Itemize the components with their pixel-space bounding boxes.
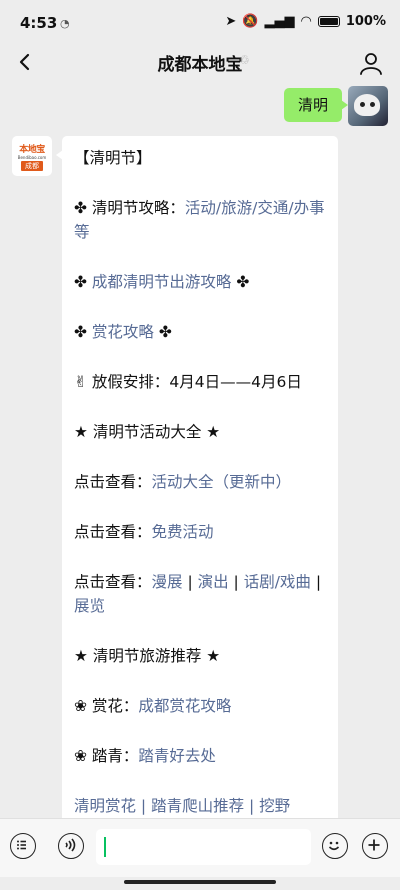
reply-line-flower-viewing: ❀ 赏花：成都赏花攻略 — [74, 697, 232, 715]
comic-expo-link[interactable]: 漫展 — [152, 573, 183, 591]
profile-icon[interactable] — [358, 50, 384, 76]
hd-signal-icon: ▂▄▆ — [264, 14, 295, 29]
logo-city: 成都 — [21, 160, 43, 171]
emoji-button[interactable] — [322, 833, 348, 859]
user-avatar[interactable] — [348, 86, 388, 126]
reply-heading: 【清明节】 — [74, 149, 152, 167]
outing-guide-link[interactable]: 成都清明节出游攻略 — [92, 273, 232, 291]
reply-line-shows: 点击查看：漫展 | 演出 | 话剧/戏曲 | 展览 — [74, 573, 322, 615]
list-icon — [17, 840, 26, 850]
reply-message-bubble: 【清明节】 ✤ 清明节攻略：活动/旅游/交通/办事等 ✤ 成都清明节出游攻略 ✤… — [62, 136, 338, 826]
reply-line-flowers: ✤ 赏花攻略 ✤ — [74, 323, 172, 341]
reply-line-partial[interactable]: 清明赏花 | 踏青爬山推荐 | 挖野 — [74, 794, 326, 818]
earpiece-mode-icon: ♲ — [239, 53, 250, 67]
flower-guide-link[interactable]: 赏花攻略 — [92, 323, 154, 341]
chat-title: 成都本地宝 — [157, 55, 243, 75]
battery-icon — [317, 16, 340, 27]
reply-line-outing-spots: ❀ 踏青：踏青好去处 — [74, 747, 216, 765]
emoji-icon — [328, 841, 340, 851]
bot-avatar[interactable]: 本地宝 Bendibao.com 成都 — [12, 136, 52, 176]
reply-line-activities: 点击查看：活动大全（更新中） — [74, 473, 292, 491]
home-indicator[interactable] — [124, 880, 276, 884]
logo-url: Bendibao.com — [17, 154, 47, 160]
status-icons: ➤ 🔕 ▂▄▆ ◠ 100% — [225, 14, 386, 29]
logo-text: 本地宝 — [19, 144, 45, 155]
sent-message-bubble[interactable]: 清明 — [283, 88, 349, 122]
voice-input-button[interactable] — [58, 833, 84, 859]
exhibition-link[interactable]: 展览 — [74, 597, 105, 615]
plus-icon — [368, 839, 380, 851]
status-time: 4:53 — [20, 14, 58, 32]
location-icon: ➤ — [225, 14, 237, 29]
reply-line-outing: ✤ 成都清明节出游攻略 ✤ — [74, 273, 250, 291]
section-activities-heading: ★ 清明节活动大全 ★ — [74, 423, 221, 441]
reply-line-holiday: ✌ 放假安排：4月4日——4月6日 — [74, 373, 302, 391]
section-travel-heading: ★ 清明节旅游推荐 ★ — [74, 647, 221, 665]
sent-message-text: 清明 — [297, 96, 328, 114]
chengdu-flowers-link[interactable]: 成都赏花攻略 — [138, 697, 231, 715]
message-input[interactable] — [96, 829, 311, 865]
status-bar: 4:53 ◔ ➤ 🔕 ▂▄▆ ◠ 100% — [0, 0, 400, 46]
performance-link[interactable]: 演出 — [198, 573, 229, 591]
outing-spots-link[interactable]: 踏青好去处 — [138, 747, 216, 765]
notification-icon: ◔ — [60, 17, 70, 30]
drama-link[interactable]: 话剧/戏曲 — [244, 573, 311, 591]
more-actions-button[interactable] — [362, 833, 388, 859]
battery-percent: 100 — [345, 14, 373, 29]
wifi-icon: ◠ — [300, 14, 312, 29]
activities-link[interactable]: 活动大全（更新中） — [152, 473, 292, 491]
reply-line-guide: ✤ 清明节攻略：活动/旅游/交通/办事等 — [74, 199, 325, 241]
chat-header: 成都本地宝 ♲ — [0, 46, 400, 82]
free-activities-link[interactable]: 免费活动 — [152, 523, 214, 541]
input-bar — [0, 818, 400, 877]
text-cursor — [104, 837, 106, 857]
menu-list-button[interactable] — [10, 833, 36, 859]
reply-line-free: 点击查看：免费活动 — [74, 523, 214, 541]
voice-icon — [65, 838, 76, 852]
mute-icon: 🔕 — [242, 14, 259, 29]
